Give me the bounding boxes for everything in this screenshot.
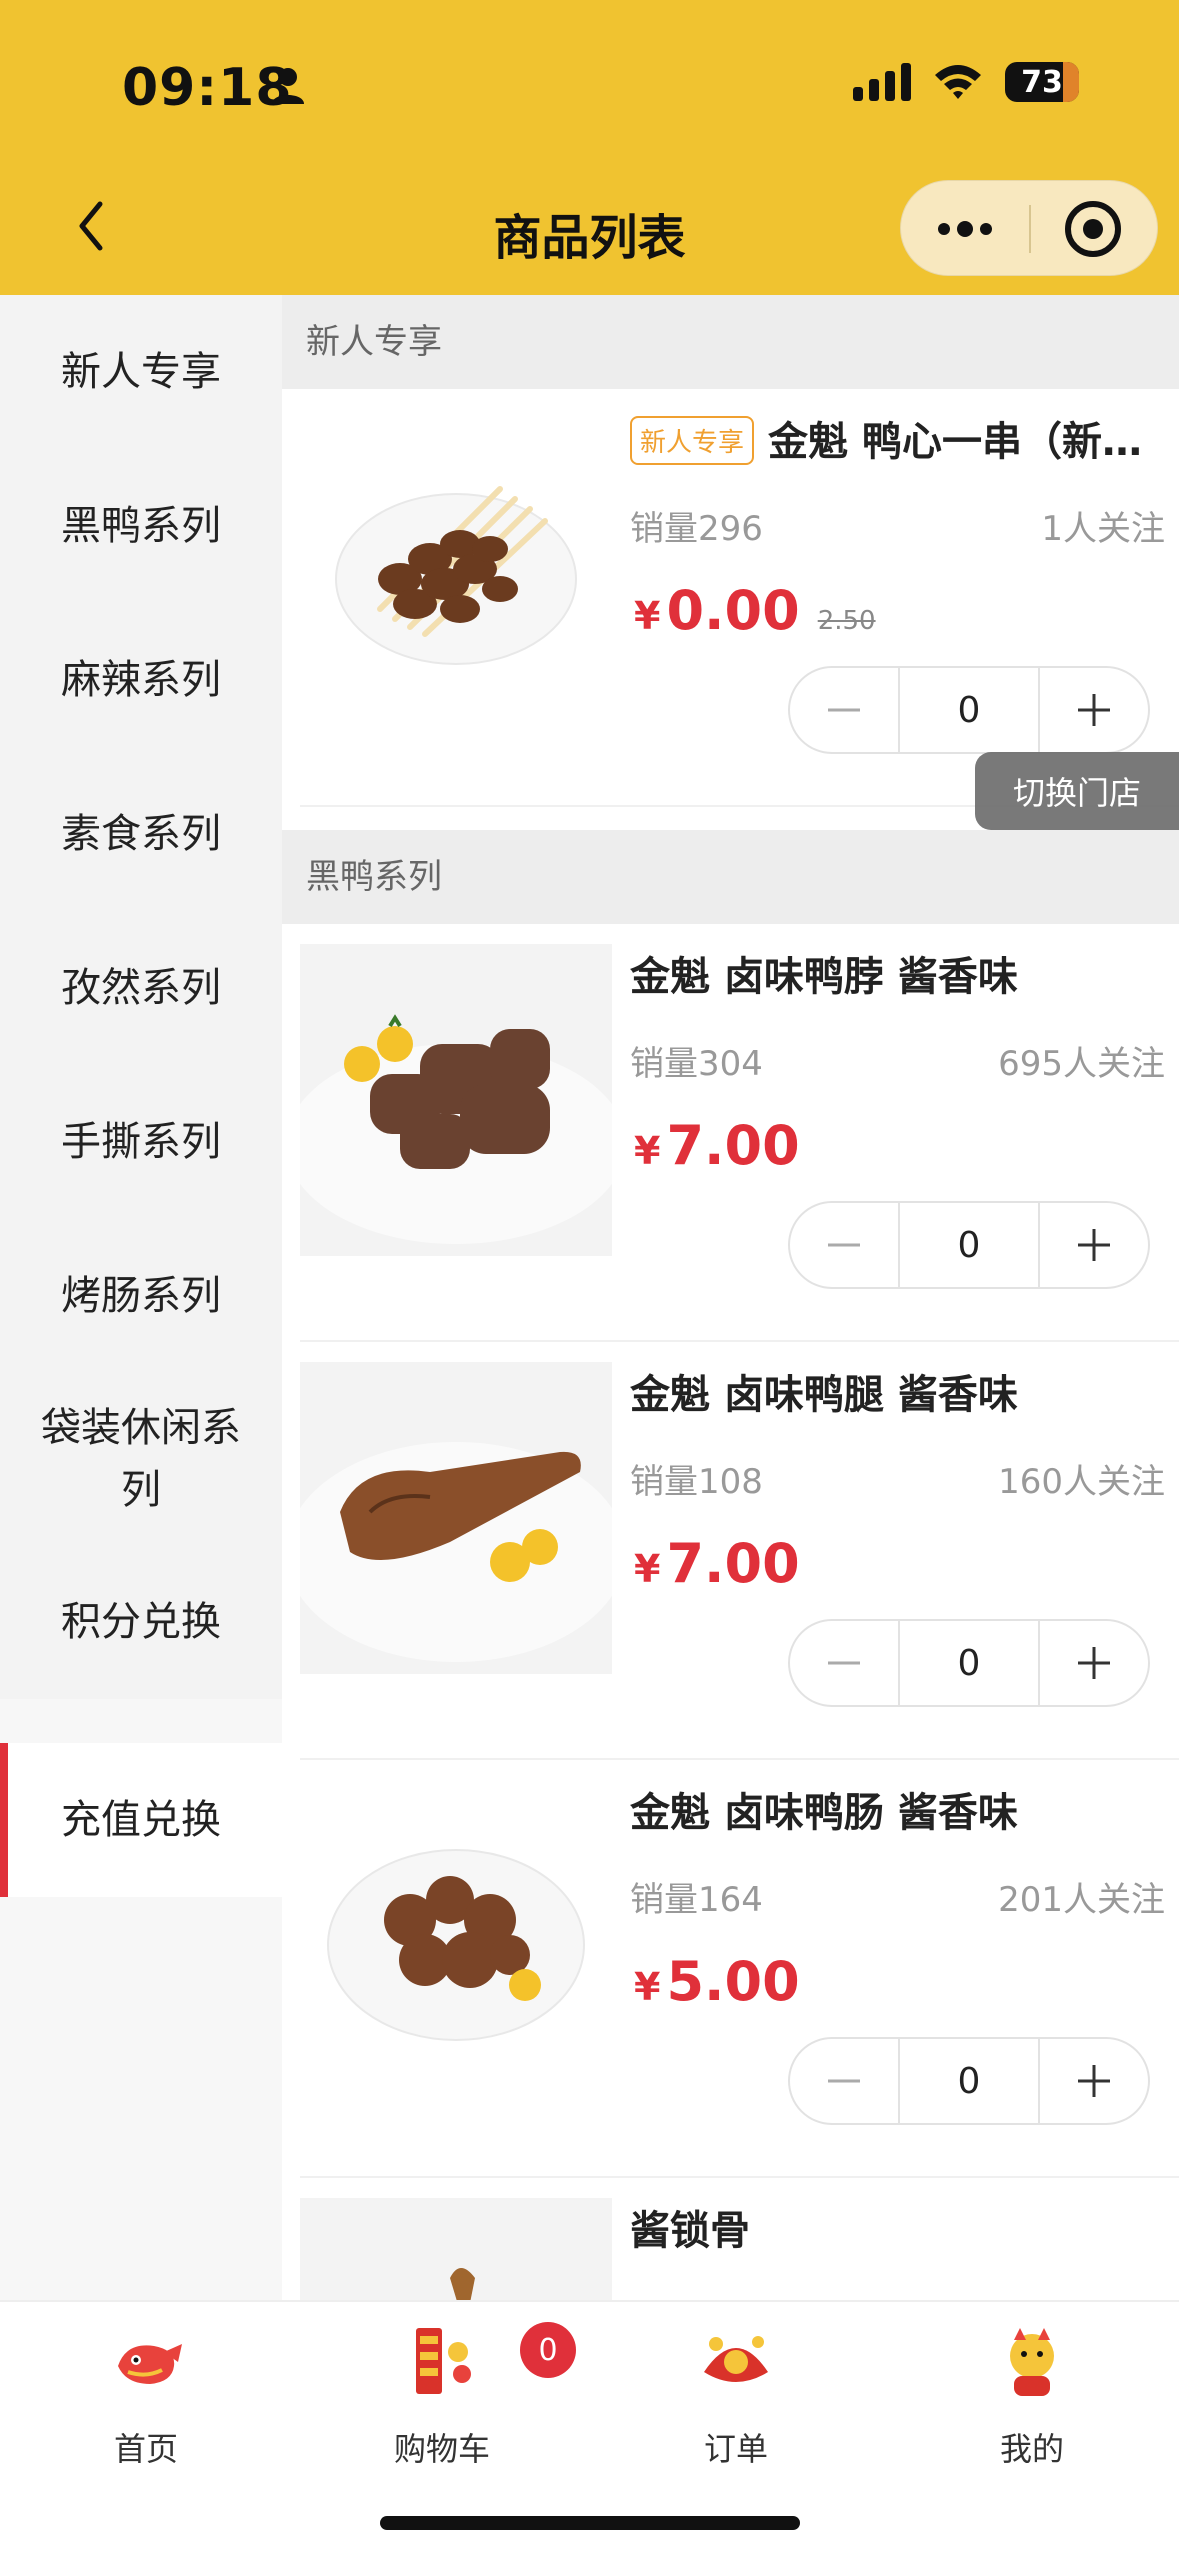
product-name: 金魁 卤味鸭腿 酱香味 [630,1372,1018,1418]
section-header-black-duck: 黑鸭系列 [282,830,1179,924]
sidebar-item-black-duck[interactable]: 黑鸭系列 [0,449,282,603]
person-icon [272,68,304,104]
tab-orders[interactable]: 订单 [646,2322,826,2470]
follow-count: 160人关注 [998,1462,1165,1502]
sidebar-item-packaged-snacks[interactable]: 袋装休闲系列 [0,1373,282,1545]
minus-icon [828,1243,860,1247]
duck-leg-image [300,1362,612,1674]
price: ¥7.00 [634,1532,800,1595]
plus-icon [1078,694,1110,726]
plus-icon [1078,2065,1110,2097]
product-image[interactable] [300,2198,612,2300]
status-right: 73 [853,62,1079,102]
follow-count: 1人关注 [1041,509,1165,549]
plus-icon [1078,1647,1110,1679]
sidebar-item-cumin[interactable]: 孜然系列 [0,911,282,1065]
tab-cart[interactable]: 购物车 [352,2322,532,2470]
minus-button[interactable] [790,2039,898,2123]
follow-count: 201人关注 [998,1880,1165,1920]
cart-icon [416,2328,471,2394]
tab-profile-label: 我的 [999,2430,1064,2468]
minus-icon [828,1661,860,1665]
plus-button[interactable] [1040,1203,1148,1287]
product-name: 金魁 卤味鸭脖 酱香味 [630,954,1018,1000]
switch-store-button[interactable]: 切换门店 [975,752,1179,830]
close-miniprogram-icon[interactable] [1065,201,1121,257]
product-name: 酱锁骨 [630,2208,750,2254]
plus-button[interactable] [1040,668,1148,752]
sales-count: 销量108 [630,1462,763,1502]
product-list: 新人专享 新人专享金魁 鸭心一串（新人专享） 销量296 [282,295,1179,2300]
wifi-icon [935,65,981,99]
tab-orders-label: 订单 [703,2430,768,2468]
minus-icon [828,2079,860,2083]
quantity-stepper: 0 [788,2037,1150,2125]
minus-button[interactable] [790,1203,898,1287]
product-image[interactable] [300,944,612,1256]
quantity-value[interactable]: 0 [898,1203,1040,1287]
section-header-newcomer: 新人专享 [282,295,1179,389]
quantity-value[interactable]: 0 [898,668,1040,752]
sidebar-item-recharge-exchange[interactable]: 充值兑换 [0,1743,282,1897]
price: ¥5.00 [634,1950,800,2013]
profile-icon [1010,2328,1054,2396]
sidebar-item-vegetarian[interactable]: 素食系列 [0,757,282,911]
battery-icon: 73 [1005,62,1079,102]
product-name: 金魁 卤味鸭肠 酱香味 [630,1790,1018,1836]
sidebar-item-newcomer[interactable]: 新人专享 [0,295,282,449]
original-price: 2.50 [817,606,876,636]
sales-count: 销量296 [630,509,763,549]
minus-button[interactable] [790,668,898,752]
product-image[interactable] [300,409,612,721]
product-card[interactable]: 金魁 卤味鸭腿 酱香味 销量108 160人关注 ¥7.00 0 [282,1342,1179,1760]
home-icon [118,2344,182,2384]
sidebar-item-shredded[interactable]: 手撕系列 [0,1065,282,1219]
product-card[interactable]: 新人专享金魁 鸭心一串（新人专享） 销量296 1人关注 ¥0.002.50 0 [282,389,1179,807]
tab-home-label: 首页 [113,2430,178,2468]
quantity-stepper: 0 [788,666,1150,754]
quantity-stepper: 0 [788,1619,1150,1707]
sidebar-item-sausage[interactable]: 烤肠系列 [0,1219,282,1373]
sales-count: 销量304 [630,1044,763,1084]
newcomer-tag: 新人专享 [630,415,755,465]
tab-home[interactable]: 首页 [56,2322,236,2470]
follow-count: 695人关注 [998,1044,1165,1084]
duck-heart-skewer-image [300,409,612,721]
orders-icon [704,2336,768,2382]
product-card[interactable]: 酱锁骨 [282,2178,1179,2300]
status-time: 09:18 [122,58,293,118]
duck-intestine-image [300,1780,612,2092]
sidebar-item-points-exchange[interactable]: 积分兑换 [0,1545,282,1699]
duck-neck-image [300,944,612,1256]
quantity-stepper: 0 [788,1201,1150,1289]
sidebar-item-spicy[interactable]: 麻辣系列 [0,603,282,757]
plus-icon [1078,1229,1110,1261]
battery-level: 73 [1021,64,1063,100]
quantity-value[interactable]: 0 [898,1621,1040,1705]
tab-profile[interactable]: 我的 [942,2322,1122,2470]
miniprogram-capsule [900,180,1158,276]
product-card[interactable]: 金魁 卤味鸭肠 酱香味 销量164 201人关注 ¥5.00 0 [282,1760,1179,2178]
product-name: 新人专享金魁 鸭心一串（新人专享） [630,409,1165,469]
minus-button[interactable] [790,1621,898,1705]
category-sidebar: 新人专享 黑鸭系列 麻辣系列 素食系列 孜然系列 手撕系列 烤肠系列 袋装休闲系… [0,295,282,2300]
duck-collarbone-image [300,2198,612,2300]
product-image[interactable] [300,1780,612,2092]
product-image[interactable] [300,1362,612,1674]
home-indicator[interactable] [380,2516,800,2530]
header-bar: 09:18 73 商品列表 [0,0,1179,295]
sales-count: 销量164 [630,1880,763,1920]
tab-cart-label: 购物车 [393,2430,490,2468]
minus-icon [828,708,860,712]
more-options-icon[interactable] [935,209,995,249]
cart-badge: 0 [520,2322,576,2378]
product-card[interactable]: 金魁 卤味鸭脖 酱香味 销量304 695人关注 ¥7.00 0 [282,924,1179,1342]
price: ¥0.00 2.50 [634,579,876,642]
plus-button[interactable] [1040,2039,1148,2123]
signal-icon [853,63,911,101]
price: ¥7.00 [634,1114,800,1177]
plus-button[interactable] [1040,1621,1148,1705]
quantity-value[interactable]: 0 [898,2039,1040,2123]
